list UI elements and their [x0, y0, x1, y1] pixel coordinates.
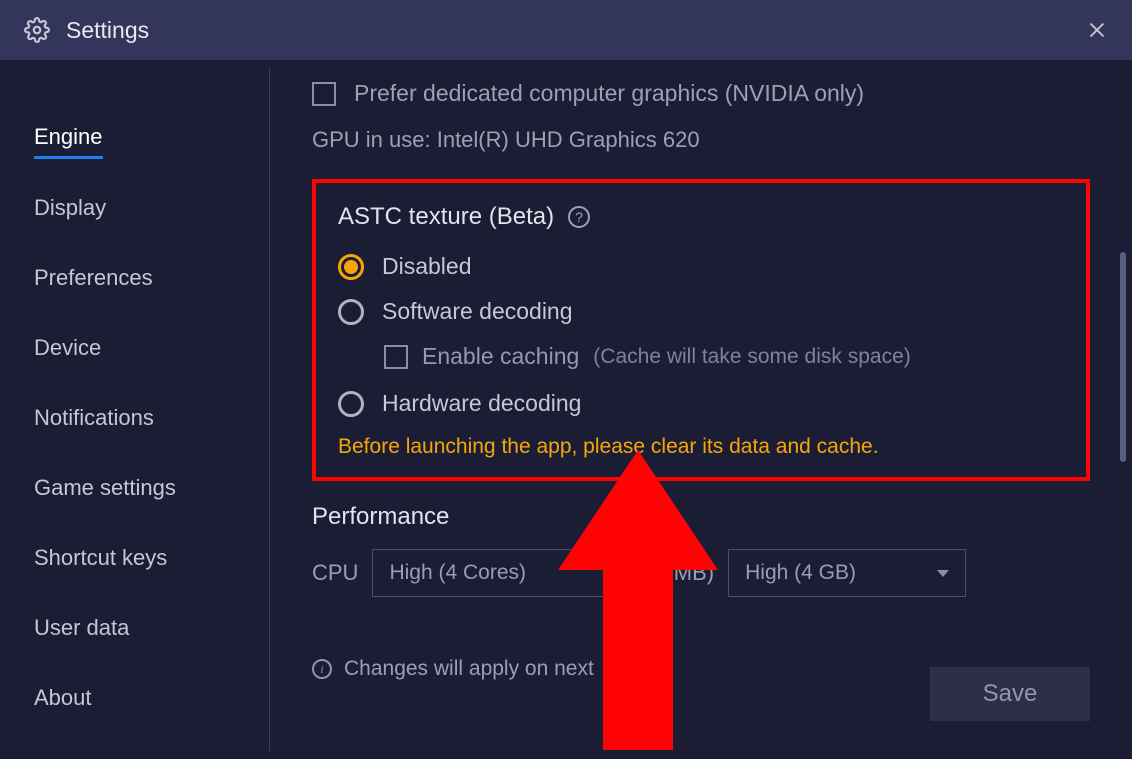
enable-caching-row: Enable caching (Cache will take some dis…: [384, 343, 1064, 370]
info-icon: i: [312, 659, 332, 679]
memory-dropdown[interactable]: High (4 GB): [728, 549, 966, 597]
astc-heading-row: ASTC texture (Beta) ?: [338, 203, 1064, 231]
chevron-down-icon: [937, 570, 949, 577]
radio-label: Software decoding: [382, 298, 573, 325]
radio-icon: [338, 299, 364, 325]
titlebar: Settings: [0, 0, 1132, 60]
gpu-in-use-text: GPU in use: Intel(R) UHD Graphics 620: [312, 127, 1090, 153]
radio-label: Disabled: [382, 253, 472, 280]
save-button[interactable]: Save: [930, 667, 1090, 721]
prefer-dedicated-row: Prefer dedicated computer graphics (NVID…: [312, 80, 1090, 107]
titlebar-left: Settings: [24, 17, 149, 44]
changes-text: Changes will apply on next: [344, 657, 594, 681]
sidebar-item-about[interactable]: About: [34, 677, 92, 719]
enable-caching-checkbox[interactable]: [384, 345, 408, 369]
radio-icon: [338, 254, 364, 280]
cpu-dropdown-value: High (4 Cores): [389, 561, 526, 585]
sidebar: Engine Display Preferences Device Notifi…: [0, 68, 270, 751]
sidebar-item-display[interactable]: Display: [34, 187, 106, 229]
sidebar-item-device[interactable]: Device: [34, 327, 101, 369]
sidebar-item-preferences[interactable]: Preferences: [34, 257, 153, 299]
astc-radio-disabled[interactable]: Disabled: [338, 253, 1064, 280]
annotation-arrow-icon: [558, 450, 718, 750]
sidebar-item-game-settings[interactable]: Game settings: [34, 467, 176, 509]
close-icon[interactable]: [1086, 19, 1108, 41]
gpu-section: Prefer dedicated computer graphics (NVID…: [312, 80, 1090, 153]
window-title: Settings: [66, 17, 149, 44]
scrollbar-thumb[interactable]: [1120, 252, 1126, 462]
cpu-label: CPU: [312, 560, 358, 586]
astc-radio-hardware[interactable]: Hardware decoding: [338, 390, 1064, 417]
memory-dropdown-value: High (4 GB): [745, 561, 856, 585]
help-icon[interactable]: ?: [568, 206, 590, 228]
sidebar-item-engine[interactable]: Engine: [34, 116, 103, 159]
gear-icon: [24, 17, 50, 43]
enable-caching-label: Enable caching: [422, 343, 579, 370]
radio-label: Hardware decoding: [382, 390, 581, 417]
sidebar-item-shortcut-keys[interactable]: Shortcut keys: [34, 537, 167, 579]
sidebar-item-user-data[interactable]: User data: [34, 607, 129, 649]
prefer-dedicated-checkbox[interactable]: [312, 82, 336, 106]
sidebar-item-notifications[interactable]: Notifications: [34, 397, 154, 439]
astc-radio-software[interactable]: Software decoding: [338, 298, 1064, 325]
caching-note: (Cache will take some disk space): [593, 345, 910, 369]
astc-highlight-box: ASTC texture (Beta) ? Disabled Software …: [312, 179, 1090, 481]
prefer-dedicated-label: Prefer dedicated computer graphics (NVID…: [354, 80, 864, 107]
astc-heading-text: ASTC texture (Beta): [338, 203, 554, 231]
radio-icon: [338, 391, 364, 417]
